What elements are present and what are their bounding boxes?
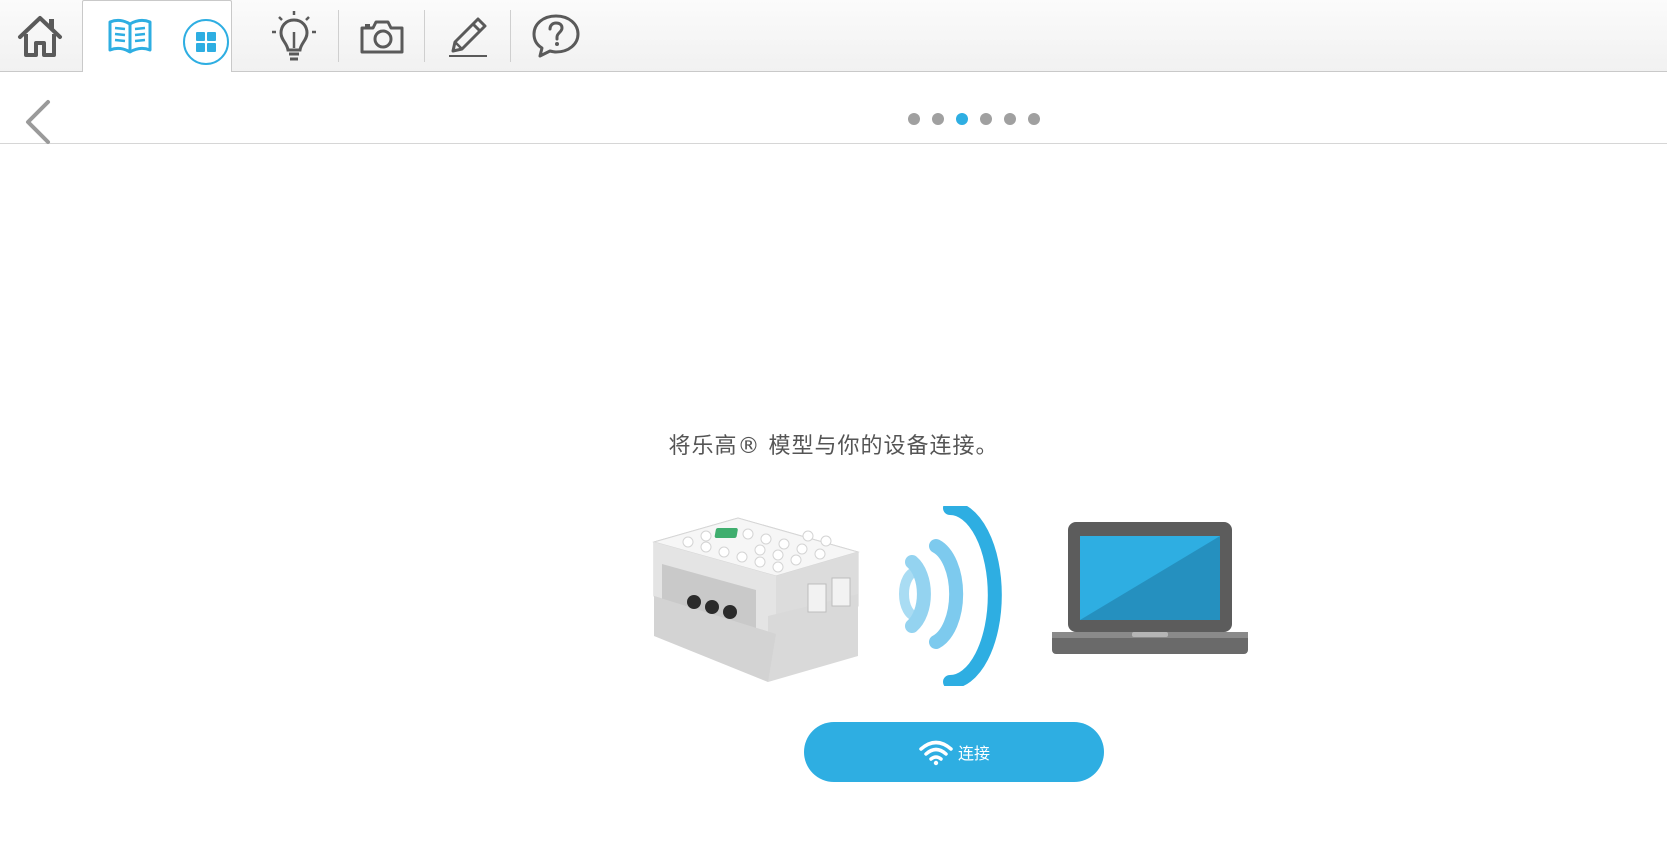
camera-icon <box>360 20 404 54</box>
back-button[interactable] <box>18 98 58 146</box>
connect-instruction: 将乐高® 模型与你的设备连接。 <box>668 434 999 459</box>
lightbulb-icon <box>272 11 316 61</box>
book-button[interactable] <box>96 0 164 72</box>
document-button[interactable] <box>436 0 500 72</box>
grid-icon <box>183 19 229 65</box>
page-dot[interactable] <box>932 113 944 125</box>
book-icon <box>108 18 152 54</box>
toolbar-divider <box>510 10 511 62</box>
help-icon <box>532 14 580 58</box>
toolbar-divider <box>424 10 425 62</box>
page-dot[interactable] <box>980 113 992 125</box>
page-dot-current[interactable] <box>956 113 968 125</box>
smart-hub-icon <box>652 517 860 682</box>
toolbar-divider <box>338 10 339 62</box>
page-dot[interactable] <box>1028 113 1040 125</box>
camera-button[interactable] <box>350 0 414 72</box>
connection-illustration <box>652 506 1248 686</box>
connect-button-label: 连接 <box>957 744 990 763</box>
page-indicator <box>908 113 1040 125</box>
grid-button[interactable] <box>178 14 234 70</box>
help-button[interactable] <box>522 0 590 72</box>
chevron-left-icon <box>26 100 50 144</box>
page-dot[interactable] <box>1004 113 1016 125</box>
wifi-icon <box>919 740 953 766</box>
ideas-button[interactable] <box>262 0 326 72</box>
home-button[interactable] <box>8 0 72 72</box>
pencil-icon <box>449 17 487 57</box>
home-icon <box>18 16 62 57</box>
page-dot[interactable] <box>908 113 920 125</box>
navigation-bar <box>0 72 1667 144</box>
connect-button[interactable]: 连接 <box>804 722 1104 782</box>
laptop-icon <box>1052 522 1248 654</box>
top-toolbar <box>0 0 1667 73</box>
wireless-signal-icon <box>899 506 1002 686</box>
